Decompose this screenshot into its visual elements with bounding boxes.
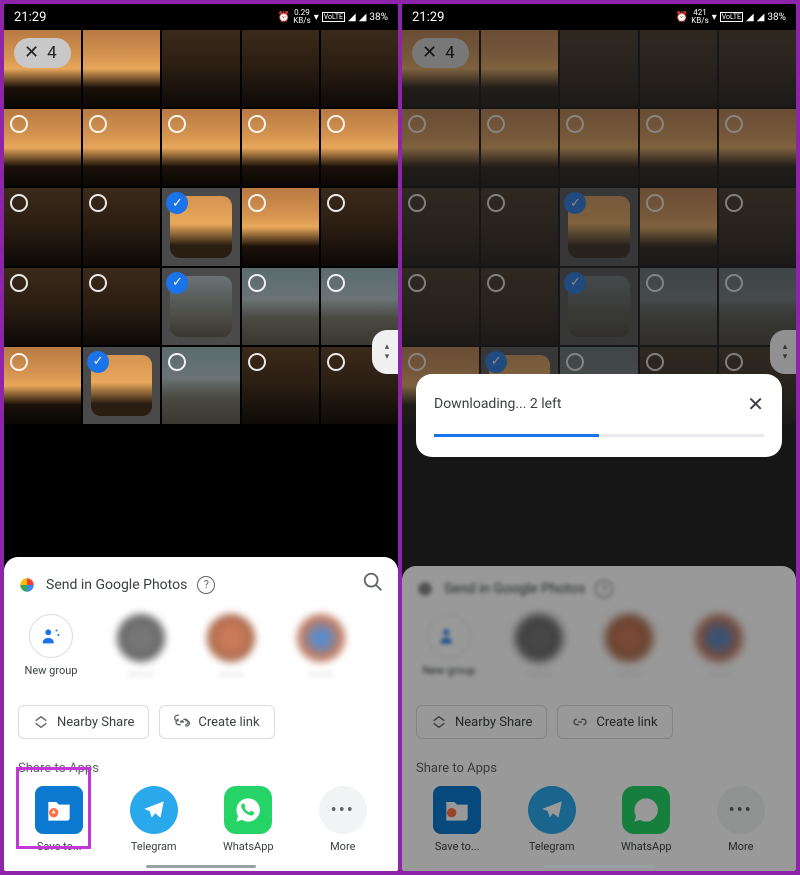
photo-cell-selected[interactable]: ✓: [83, 347, 160, 424]
whatsapp-icon: [224, 786, 272, 834]
signal-icon: ◢: [746, 12, 754, 23]
photo-cell[interactable]: [321, 188, 398, 265]
status-bar: 21:29 ⏰ 0.29 KB/s ▾ VoLTE ◢ ◢ 38%: [4, 4, 398, 30]
selection-count: 4: [47, 43, 57, 63]
help-icon[interactable]: ?: [197, 576, 215, 594]
nav-bar[interactable]: [146, 865, 256, 868]
status-right: ⏰ 0.29 KB/s ▾ VoLTE ◢ ◢ 38%: [278, 9, 388, 25]
photo-cell[interactable]: [83, 268, 160, 345]
new-group-icon: [29, 614, 73, 658]
create-link-button[interactable]: Create link: [159, 705, 274, 739]
progress-fill: [434, 434, 599, 437]
share-title: Send in Google Photos: [46, 577, 187, 593]
check-icon: ✓: [166, 272, 188, 294]
alarm-icon: ⏰: [676, 12, 688, 23]
phone-right: 21:29 ⏰ 421 KB/s ▾ VoLTE ◢ ◢ 38% ✓ ✓ ✓ ✕…: [402, 4, 796, 871]
download-text: Downloading... 2 left: [434, 396, 561, 412]
app-whatsapp[interactable]: WhatsApp: [208, 786, 288, 853]
contact-name: ———: [308, 668, 334, 681]
contacts-row: New group ——— ——— ———: [4, 610, 398, 695]
download-dialog: Downloading... 2 left ✕: [416, 374, 782, 457]
photo-cell[interactable]: [242, 188, 319, 265]
contact-item[interactable]: ———: [288, 614, 354, 681]
photo-cell[interactable]: [4, 347, 81, 424]
net-speed: 0.29 KB/s: [293, 9, 310, 25]
share-header: Send in Google Photos ?: [4, 571, 398, 610]
photo-cell[interactable]: [4, 268, 81, 345]
selection-count: 4: [445, 43, 455, 63]
volte-icon: VoLTE: [720, 12, 743, 22]
alarm-icon: ⏰: [278, 12, 290, 23]
new-group-label: New group: [25, 664, 78, 677]
photo-cell[interactable]: [83, 30, 160, 107]
clock: 21:29: [412, 10, 676, 25]
signal-icon-2: ◢: [359, 12, 367, 23]
status-right: ⏰ 421 KB/s ▾ VoLTE ◢ ◢ 38%: [676, 9, 786, 25]
photo-cell-selected[interactable]: ✓: [162, 188, 239, 265]
check-icon: ✓: [87, 351, 109, 373]
highlight-box: [16, 767, 91, 849]
status-bar: 21:29 ⏰ 421 KB/s ▾ VoLTE ◢ ◢ 38%: [402, 4, 796, 30]
progress-bar: [434, 434, 764, 437]
wifi-icon: ▾: [712, 12, 717, 23]
avatar: [207, 614, 255, 662]
photo-grid[interactable]: ✓ ✓ ✓: [4, 30, 398, 424]
selection-chip: ✕ 4: [412, 38, 469, 68]
photo-cell[interactable]: [162, 30, 239, 107]
selection-chip[interactable]: ✕ 4: [14, 38, 71, 68]
nearby-icon: [33, 714, 49, 730]
volte-icon: VoLTE: [322, 12, 345, 22]
phone-left: 21:29 ⏰ 0.29 KB/s ▾ VoLTE ◢ ◢ 38% ✓ ✓: [4, 4, 398, 871]
create-link-button: Create link: [557, 705, 672, 739]
close-icon[interactable]: ✕: [24, 44, 39, 62]
photo-cell-selected[interactable]: ✓: [162, 268, 239, 345]
app-more[interactable]: ••• More: [303, 786, 383, 853]
battery-percent: 38%: [369, 12, 388, 23]
link-icon: [174, 714, 190, 730]
photo-cell[interactable]: [242, 268, 319, 345]
contact-item[interactable]: ———: [198, 614, 264, 681]
google-photos-icon: [18, 576, 36, 594]
photo-cell[interactable]: [4, 188, 81, 265]
search-icon[interactable]: [362, 571, 384, 598]
nav-bar[interactable]: [544, 865, 654, 868]
more-icon: •••: [319, 786, 367, 834]
photo-cell[interactable]: [321, 30, 398, 107]
photo-cell[interactable]: [162, 347, 239, 424]
photo-cell[interactable]: [242, 109, 319, 186]
photo-cell[interactable]: [242, 347, 319, 424]
net-speed: 421 KB/s: [691, 9, 708, 25]
action-row: Nearby Share Create link: [4, 695, 398, 753]
contact-name: ———: [218, 668, 244, 681]
contact-name: ———: [128, 668, 154, 681]
fast-scroll-button[interactable]: ▴▾: [372, 330, 398, 374]
signal-icon-2: ◢: [757, 12, 765, 23]
wifi-icon: ▾: [314, 12, 319, 23]
fast-scroll-button: ▴▾: [770, 330, 796, 374]
photo-cell[interactable]: [162, 109, 239, 186]
new-group-button[interactable]: New group: [18, 614, 84, 681]
photo-cell[interactable]: [242, 30, 319, 107]
signal-icon: ◢: [348, 12, 356, 23]
photo-cell[interactable]: [83, 188, 160, 265]
avatar: [297, 614, 345, 662]
app-telegram[interactable]: Telegram: [114, 786, 194, 853]
nearby-share-button[interactable]: Nearby Share: [18, 705, 149, 739]
photo-cell[interactable]: [4, 109, 81, 186]
photo-cell[interactable]: [321, 109, 398, 186]
nearby-share-button: Nearby Share: [416, 705, 547, 739]
telegram-icon: [130, 786, 178, 834]
photo-cell[interactable]: [83, 109, 160, 186]
share-sheet: Send in Google Photos ? New group ——— ——…: [402, 566, 796, 871]
clock: 21:29: [14, 10, 278, 25]
close-icon[interactable]: ✕: [747, 392, 764, 416]
avatar: [117, 614, 165, 662]
contact-item[interactable]: ———: [108, 614, 174, 681]
battery-percent: 38%: [767, 12, 786, 23]
close-icon: ✕: [422, 44, 437, 62]
